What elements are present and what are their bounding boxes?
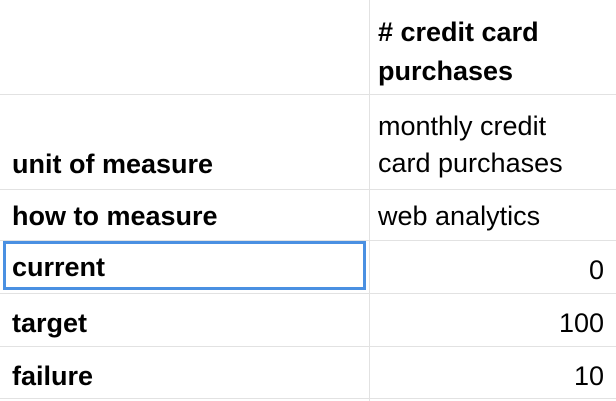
- row-label-target[interactable]: target: [12, 305, 362, 341]
- row-label-failure[interactable]: failure: [12, 358, 362, 394]
- header-cell-line1[interactable]: # credit card: [378, 14, 604, 50]
- cell-how-to-measure[interactable]: web analytics: [378, 198, 604, 234]
- cell-failure[interactable]: 10: [378, 358, 604, 394]
- row-divider: [0, 94, 616, 95]
- cell-current[interactable]: 0: [378, 252, 604, 288]
- selected-cell-outline[interactable]: [3, 241, 366, 290]
- header-cell-line2[interactable]: purchases: [378, 53, 604, 89]
- cell-unit-of-measure-line1[interactable]: monthly credit: [378, 108, 604, 144]
- spreadsheet-grid: # credit card purchases unit of measure …: [0, 0, 616, 401]
- column-divider: [369, 0, 370, 401]
- row-divider: [0, 293, 616, 294]
- row-label-unit-of-measure[interactable]: unit of measure: [12, 146, 362, 182]
- row-label-how-to-measure[interactable]: how to measure: [12, 198, 362, 234]
- cell-target[interactable]: 100: [378, 305, 604, 341]
- row-divider: [0, 398, 616, 399]
- row-divider: [0, 189, 616, 190]
- cell-unit-of-measure-line2[interactable]: card purchases: [378, 145, 604, 181]
- row-divider: [0, 346, 616, 347]
